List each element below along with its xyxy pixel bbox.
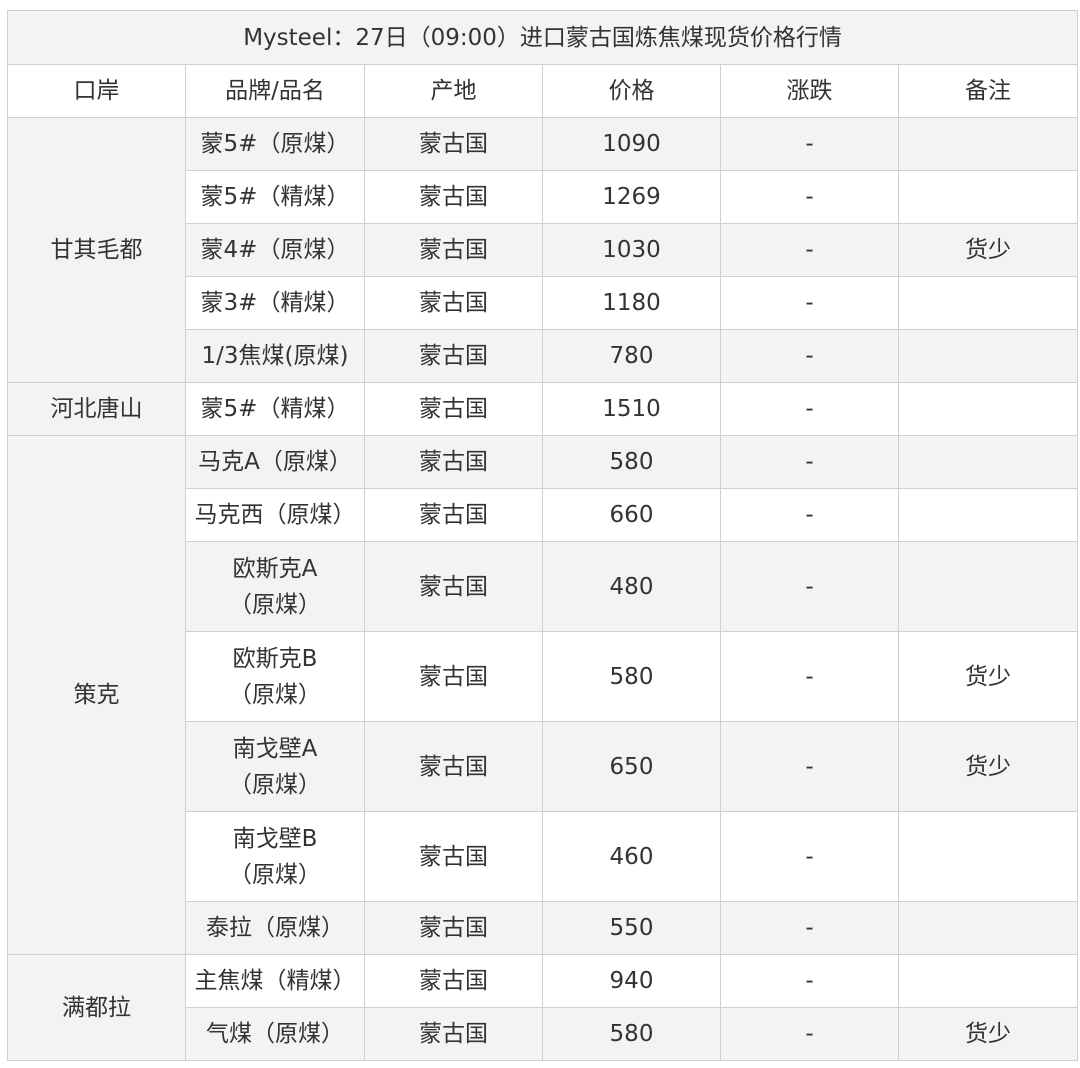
note-cell (897, 117, 1079, 171)
price-cell: 650 (542, 721, 721, 812)
price-cell: 1180 (542, 276, 721, 330)
origin-cell: 蒙古国 (364, 435, 543, 489)
origin-cell: 蒙古国 (364, 721, 543, 812)
note-cell (897, 329, 1079, 383)
price-cell: 1510 (542, 382, 721, 436)
price-cell: 1030 (542, 223, 721, 277)
change-cell: - (720, 276, 899, 330)
header-brand: 品牌/品名 (185, 64, 365, 118)
table-body: 甘其毛都 蒙5#（原煤） 蒙古国 1090- 蒙5#（精煤） 蒙古国 1269- 蒙4#（原煤… (7, 117, 1079, 1061)
note-cell (897, 488, 1079, 542)
port-cell: 策克 (7, 435, 186, 955)
origin-cell: 蒙古国 (364, 170, 543, 224)
origin-cell: 蒙古国 (364, 276, 543, 330)
port-cell: 河北唐山 (7, 382, 186, 436)
table-row: 甘其毛都 蒙5#（原煤） 蒙古国 1090- (7, 117, 1079, 383)
change-cell: - (720, 382, 899, 436)
coal-price-table: Mysteel：27日（09:00）进口蒙古国炼焦煤现货价格行情 口岸 品牌/品… (6, 10, 1079, 1061)
brand-cell: 欧斯克B（原煤） (185, 631, 365, 722)
header-note: 备注 (897, 64, 1079, 118)
price-cell: 1090 (542, 117, 721, 171)
origin-cell: 蒙古国 (364, 901, 543, 955)
brand-cell: 蒙5#（精煤） (185, 170, 365, 224)
brand-cell: 蒙5#（精煤） (185, 382, 365, 436)
brand-cell: 气煤（原煤） (185, 1007, 365, 1061)
brand-cell: 蒙3#（精煤） (185, 276, 365, 330)
note-cell (897, 382, 1079, 436)
change-cell: - (720, 541, 899, 632)
price-cell: 480 (542, 541, 721, 632)
brand-cell: 南戈壁A（原煤） (185, 721, 365, 812)
price-cell: 1269 (542, 170, 721, 224)
brand-cell: 马克西（原煤） (185, 488, 365, 542)
origin-cell: 蒙古国 (364, 329, 543, 383)
table-row: 河北唐山 蒙5#（精煤） 蒙古国 1510- (7, 382, 1079, 436)
price-cell: 550 (542, 901, 721, 955)
origin-cell: 蒙古国 (364, 488, 543, 542)
change-cell: - (720, 435, 899, 489)
change-cell: - (720, 631, 899, 722)
header-price: 价格 (542, 64, 721, 118)
price-cell: 580 (542, 1007, 721, 1061)
note-cell (897, 811, 1079, 902)
origin-cell: 蒙古国 (364, 1007, 543, 1061)
price-cell: 660 (542, 488, 721, 542)
brand-cell: 1/3焦煤(原煤) (185, 329, 365, 383)
brand-cell: 欧斯克A（原煤） (185, 541, 365, 632)
note-cell (897, 954, 1079, 1008)
brand-cell: 南戈壁B（原煤） (185, 811, 365, 902)
change-cell: - (720, 170, 899, 224)
origin-cell: 蒙古国 (364, 382, 543, 436)
price-cell: 460 (542, 811, 721, 902)
change-cell: - (720, 488, 899, 542)
note-cell (897, 276, 1079, 330)
note-cell (897, 901, 1079, 955)
header-change: 涨跌 (720, 64, 899, 118)
brand-cell: 蒙5#（原煤） (185, 117, 365, 171)
brand-cell: 泰拉（原煤） (185, 901, 365, 955)
change-cell: - (720, 721, 899, 812)
origin-cell: 蒙古国 (364, 117, 543, 171)
change-cell: - (720, 954, 899, 1008)
note-cell (897, 435, 1079, 489)
note-cell (897, 541, 1079, 632)
header-origin: 产地 (364, 64, 543, 118)
port-cell: 满都拉 (7, 954, 186, 1061)
origin-cell: 蒙古国 (364, 541, 543, 632)
price-cell: 940 (542, 954, 721, 1008)
origin-cell: 蒙古国 (364, 631, 543, 722)
change-cell: - (720, 329, 899, 383)
origin-cell: 蒙古国 (364, 223, 543, 277)
price-cell: 580 (542, 631, 721, 722)
change-cell: - (720, 811, 899, 902)
note-cell: 货少 (897, 1007, 1079, 1061)
change-cell: - (720, 901, 899, 955)
price-cell: 780 (542, 329, 721, 383)
price-cell: 580 (542, 435, 721, 489)
header-port: 口岸 (7, 64, 186, 118)
change-cell: - (720, 117, 899, 171)
change-cell: - (720, 1007, 899, 1061)
note-cell (897, 170, 1079, 224)
origin-cell: 蒙古国 (364, 954, 543, 1008)
note-cell: 货少 (897, 721, 1079, 812)
brand-cell: 主焦煤（精煤） (185, 954, 365, 1008)
brand-cell: 马克A（原煤） (185, 435, 365, 489)
table-row: 满都拉 主焦煤（精煤） 蒙古国 940- (7, 954, 1079, 1061)
port-cell: 甘其毛都 (7, 117, 186, 383)
origin-cell: 蒙古国 (364, 811, 543, 902)
note-cell: 货少 (897, 223, 1079, 277)
change-cell: - (720, 223, 899, 277)
note-cell: 货少 (897, 631, 1079, 722)
table-caption: Mysteel：27日（09:00）进口蒙古国炼焦煤现货价格行情 (6, 10, 1079, 65)
table-row: 策克 马克A（原煤） 蒙古国 580- (7, 435, 1079, 955)
brand-cell: 蒙4#（原煤） (185, 223, 365, 277)
